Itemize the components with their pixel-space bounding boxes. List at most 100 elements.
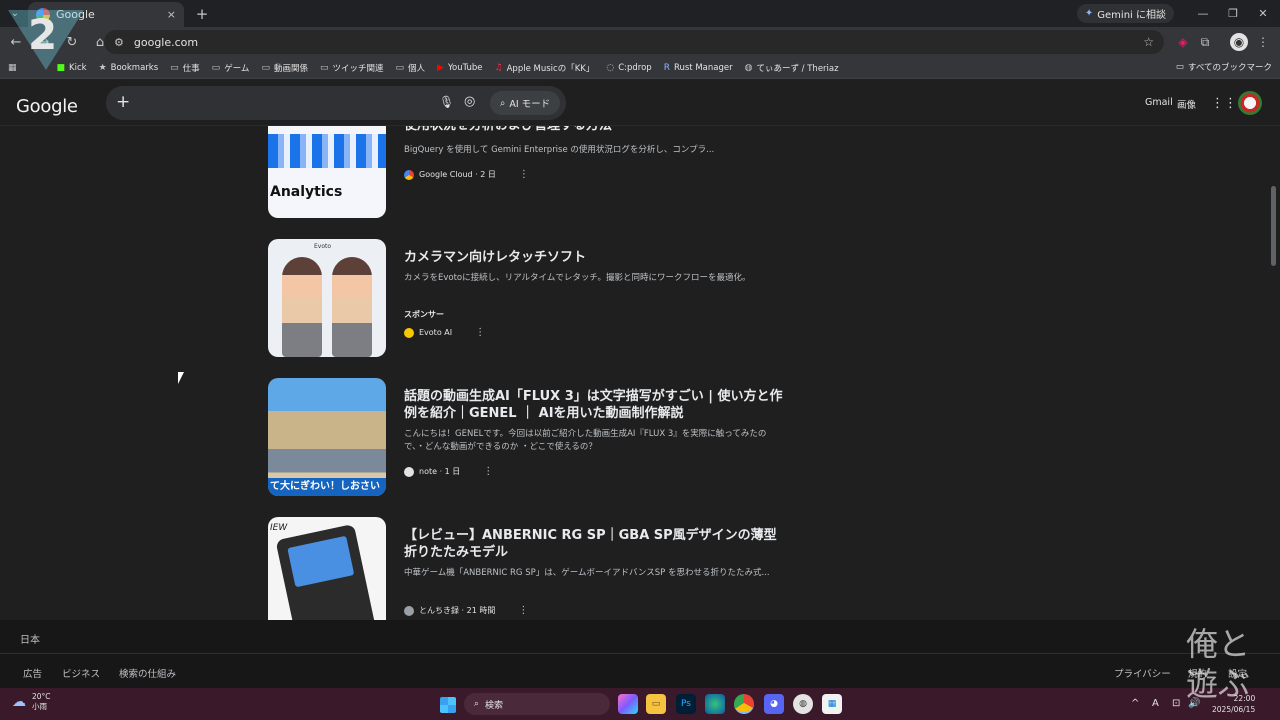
plus-icon[interactable]: + [116, 92, 130, 112]
folder-icon: ▭ [170, 62, 179, 73]
extensions-puzzle-icon[interactable]: ⧉ [1196, 33, 1214, 51]
toolbar: ← → ↻ ⌂ ⚙ google.com ☆ [0, 27, 1280, 57]
card-thumbnail: IEW [268, 517, 386, 620]
card-snippet: 中華ゲーム機「ANBERNIC RG SP」は、ゲームボーイアドバンスSP を思… [404, 568, 770, 578]
taskbar-search-label: 検索 [485, 700, 504, 711]
sponsored-label: スポンサー [404, 310, 444, 319]
obs-icon[interactable]: ◍ [793, 694, 813, 714]
card-source: note · 1 日 ⋮ [404, 466, 493, 477]
more-menu-icon[interactable]: ⋮ [1254, 33, 1272, 51]
site-info-icon[interactable]: ⚙ [114, 36, 124, 49]
images-link[interactable]: 画像 [1177, 97, 1196, 111]
tab-close-button[interactable]: × [167, 8, 176, 21]
chrome-icon[interactable] [734, 694, 754, 714]
feed-card[interactable]: て大にぎわい！しおさい 話題の動画生成AI「FLUX 3」は文字描写がすごい |… [268, 378, 788, 496]
network-icon[interactable]: ⊡ [1172, 698, 1180, 709]
card-title[interactable]: 話題の動画生成AI「FLUX 3」は文字描写がすごい | 使い方と作例を紹介｜G… [404, 388, 784, 422]
edge-icon[interactable] [705, 694, 725, 714]
bookmark-cpdrop[interactable]: ◌ C:pdrop [606, 63, 651, 73]
ai-mode-button[interactable]: ⌕ AI モード [490, 91, 561, 115]
more-options-icon[interactable]: ⋮ [518, 605, 528, 616]
bookmark-theriaz[interactable]: ◍ てぃあーず / Theriaz [745, 62, 839, 74]
minimize-icon: — [1197, 6, 1209, 20]
bookmark-youtube[interactable]: ▶ YouTube [437, 63, 483, 73]
folder-icon: ▭ [319, 62, 329, 73]
more-options-icon[interactable]: ⋮ [483, 466, 493, 477]
address-bar[interactable]: ⚙ google.com ☆ [104, 30, 1164, 54]
note-icon [404, 466, 414, 477]
card-title[interactable]: カメラマン向けレタッチソフト [404, 249, 784, 266]
footer-country: 日本 [0, 620, 1280, 654]
rust-icon: R [663, 62, 670, 73]
card-source: Evoto AI ⋮ [404, 327, 485, 338]
google-apps-icon[interactable]: ⋮⋮ [1211, 96, 1237, 111]
folder-icon: ▭ [395, 62, 405, 73]
bookmark-rust[interactable]: R Rust Manager [664, 63, 733, 73]
temperature: 20°C [32, 692, 51, 701]
microphone-icon[interactable]: 🎙 [439, 95, 454, 109]
ime-icon[interactable]: A [1152, 698, 1159, 709]
google-logo[interactable]: Google [16, 96, 78, 117]
page-scrollbar[interactable] [1270, 126, 1278, 620]
feed-card[interactable]: Analytics BigQuery を使用して Gemini Enterpri… [268, 126, 788, 218]
footer-link-privacy[interactable]: プライバシー [1114, 666, 1171, 680]
bookmark-video[interactable]: ▭ 動画関係 [261, 62, 308, 74]
footer-link-ads[interactable]: 広告 [23, 666, 42, 680]
profile-avatar-icon[interactable]: ◉ [1230, 33, 1248, 51]
windows-taskbar: ☁ 20°C 小雨 ⌕ 検索 ▭ Ps ◕ ◍ ▦ ^ A ⊡ 🔊 22:00 2… [0, 688, 1280, 720]
new-tab-button[interactable]: + [190, 2, 214, 26]
feed-card[interactable]: IEW 【レビュー】ANBERNIC RG SP｜GBA SP風デザインの薄型折… [268, 517, 788, 620]
tray-chevron-up-icon[interactable]: ^ [1131, 698, 1139, 709]
more-options-icon[interactable]: ⋮ [475, 327, 485, 338]
discord-icon[interactable]: ◕ [764, 694, 784, 714]
rain-cloud-icon: ☁ [12, 694, 26, 710]
footer-link-how-search-works[interactable]: 検索の仕組み [119, 666, 176, 680]
gmail-link[interactable]: Gmail [1145, 97, 1173, 108]
bookmark-apple-music[interactable]: ♫ Apple Musicの「KK」 [495, 62, 595, 74]
evoto-icon [404, 327, 414, 338]
thumbnail-screen [287, 535, 355, 588]
thumbnail-label: Analytics [270, 184, 343, 200]
weather-widget[interactable]: ☁ 20°C 小雨 [12, 692, 51, 712]
close-window-button[interactable]: ✕ [1250, 4, 1276, 22]
copilot-icon[interactable] [618, 694, 638, 714]
footer-links: 広告 ビジネス 検索の仕組み プライバシー 規約 設定 [0, 654, 1280, 688]
taskbar-search[interactable]: ⌕ 検索 [464, 693, 610, 715]
card-title[interactable]: BigQuery を使用して Gemini Enterprise app の大規… [404, 126, 784, 134]
search-box[interactable]: + 🎙 ◎ ⌕ AI モード [106, 86, 566, 120]
star-icon: ★ [98, 62, 107, 73]
google-cloud-icon [404, 169, 414, 180]
feed-card[interactable]: Evoto カメラマン向けレタッチソフト カメラをEvotoに接続し、リアルタイ… [268, 239, 788, 357]
photoshop-icon[interactable]: Ps [676, 694, 696, 714]
thumbnail-graphic [268, 134, 386, 168]
scrollbar-thumb[interactable] [1271, 186, 1276, 266]
minimize-button[interactable]: — [1190, 4, 1216, 22]
thumbnail-label: IEW [270, 523, 288, 533]
windows-start-icon[interactable] [440, 697, 456, 713]
bookmark-twitch[interactable]: ▭ ツイッチ関連 [320, 62, 384, 74]
all-bookmarks[interactable]: ▭ すべてのブックマーク [1176, 61, 1272, 73]
account-avatar[interactable] [1238, 91, 1262, 115]
file-explorer-icon[interactable]: ▭ [646, 694, 666, 714]
gemini-sparkle-icon: ✦ [1084, 8, 1094, 19]
bookmark-star-icon[interactable]: ☆ [1143, 35, 1154, 49]
maximize-button[interactable]: ❐ [1220, 4, 1246, 22]
extension-icon[interactable]: ◈ [1174, 33, 1192, 51]
apple-music-icon: ♫ [494, 62, 503, 73]
gemini-button[interactable]: ✦ Gemini に相談 [1076, 4, 1174, 23]
bookmark-game[interactable]: ▭ ゲーム [212, 62, 250, 74]
card-snippet: カメラをEvotoに接続し、リアルタイムでレタッチ。撮影と同時にワークフローを最… [404, 273, 751, 283]
screen: ⌄ Google × + ✦ Gemini に相談 — ❐ ✕ ← → ↻ ⌂ … [0, 0, 1280, 720]
more-options-icon[interactable]: ⋮ [519, 169, 529, 180]
google-header: Google + 🎙 ◎ ⌕ AI モード [0, 80, 1280, 126]
lens-icon[interactable]: ◎ [464, 94, 475, 109]
bookmark-bookmarks[interactable]: ★ Bookmarks [99, 63, 159, 73]
gemini-label: Gemini に相談 [1097, 10, 1166, 21]
store-icon[interactable]: ▦ [822, 694, 842, 714]
card-title[interactable]: 【レビュー】ANBERNIC RG SP｜GBA SP風デザインの薄型折りたたみ… [404, 527, 784, 561]
bookmark-work[interactable]: ▭ 仕事 [170, 62, 200, 74]
bookmark-personal[interactable]: ▭ 個人 [396, 62, 426, 74]
card-thumbnail: Analytics [268, 126, 386, 218]
footer-link-business[interactable]: ビジネス [62, 666, 100, 680]
card-snippet: BigQuery を使用して Gemini Enterprise の使用状況ログ… [404, 145, 715, 155]
